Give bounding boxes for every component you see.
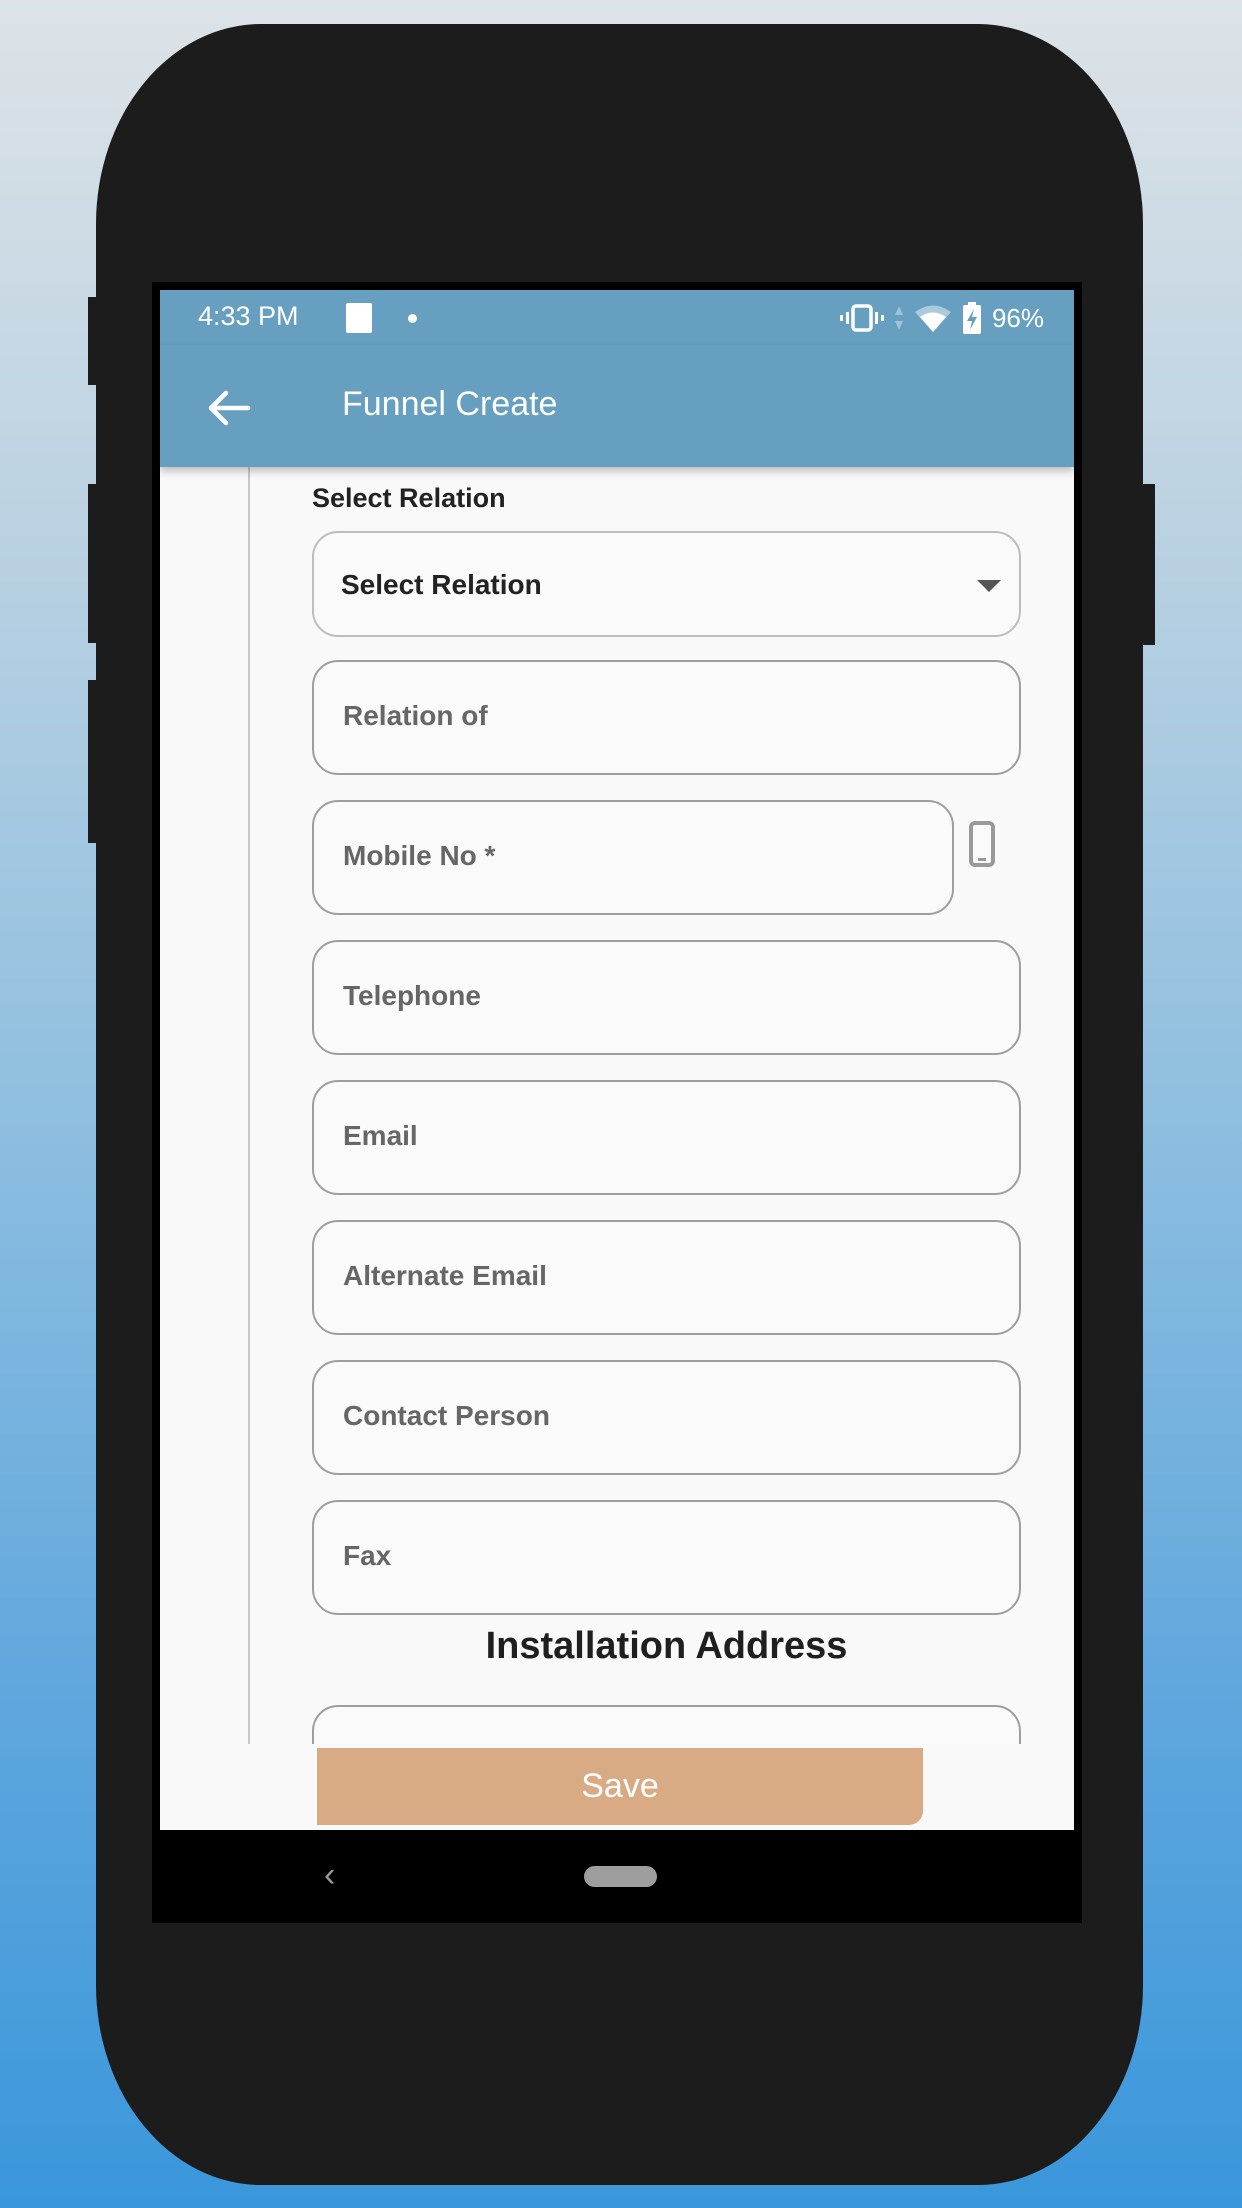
relation-of-input[interactable]: Relation of (312, 660, 1021, 775)
app-screen: 4:33 PM 96% Funnel Create Select Relatio… (160, 290, 1074, 1830)
page-title: Funnel Create (342, 385, 558, 423)
form-scroll-area[interactable]: Select Relation Select Relation Relation… (160, 467, 1074, 1830)
relation-of-placeholder: Relation of (343, 700, 488, 731)
notification-dot-icon (408, 314, 417, 323)
battery-charging-icon (962, 302, 981, 334)
alternate-email-input[interactable]: Alternate Email (312, 1220, 1021, 1335)
save-button[interactable]: Save (317, 1748, 923, 1825)
status-icons: 96% (839, 298, 1044, 338)
phone-power-button (1143, 484, 1155, 645)
nav-home-pill[interactable] (584, 1866, 657, 1887)
caret-down-icon (977, 580, 1001, 592)
mobile-no-placeholder: Mobile No * (343, 840, 496, 871)
select-relation-label: Select Relation (312, 483, 506, 513)
battery-percentage: 96% (991, 302, 1044, 333)
status-time: 4:33 PM (198, 301, 299, 331)
alternate-email-placeholder: Alternate Email (343, 1260, 547, 1291)
select-relation-dropdown[interactable]: Select Relation (312, 531, 1021, 637)
telephone-input[interactable]: Telephone (312, 940, 1021, 1055)
contact-person-placeholder: Contact Person (343, 1400, 550, 1431)
phone-volume-up-button (88, 484, 100, 643)
email-placeholder: Email (343, 1120, 418, 1151)
phone-volume-down-button (88, 680, 100, 843)
installation-address-heading: Installation Address (485, 1625, 848, 1667)
arrow-left-icon[interactable] (204, 383, 254, 433)
timeline-divider (248, 467, 250, 1744)
data-arrows-icon (894, 306, 903, 330)
vibrate-icon (839, 304, 884, 332)
system-nav-bar: ‹ (152, 1830, 1082, 1923)
nav-back-icon[interactable]: ‹ (324, 1856, 335, 1895)
select-relation-value: Select Relation (341, 569, 542, 600)
status-bar: 4:33 PM 96% (160, 290, 1074, 345)
fax-placeholder: Fax (343, 1540, 392, 1571)
fax-input[interactable]: Fax (312, 1500, 1021, 1615)
phone-side-button (88, 297, 100, 385)
mobile-phone-icon[interactable] (969, 821, 995, 867)
contact-person-input[interactable]: Contact Person (312, 1360, 1021, 1475)
save-button-area: Save (312, 1744, 1074, 1830)
email-input[interactable]: Email (312, 1080, 1021, 1195)
mobile-no-input[interactable]: Mobile No * (312, 800, 954, 915)
telephone-placeholder: Telephone (343, 980, 481, 1011)
wifi-icon (914, 305, 951, 332)
app-bar: Funnel Create (160, 345, 1074, 467)
sim-card-icon (346, 303, 372, 333)
